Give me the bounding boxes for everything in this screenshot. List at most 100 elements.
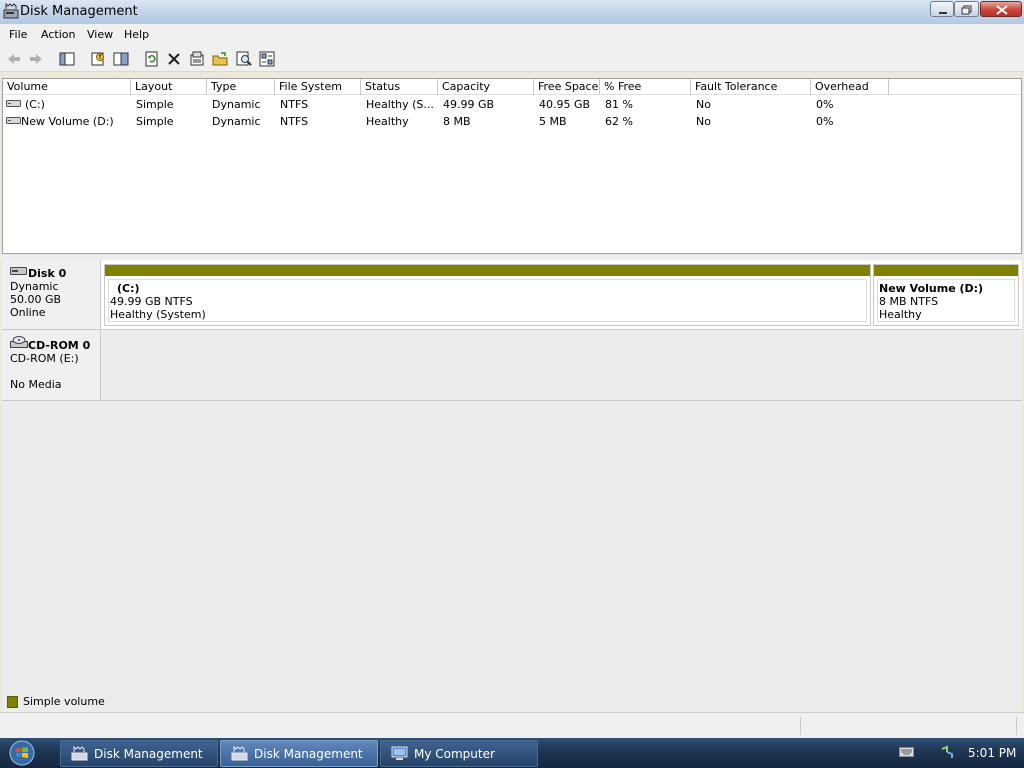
menu-action[interactable]: Action [41, 28, 75, 41]
taskbar-button-disk-management-active[interactable]: Disk Management [220, 740, 378, 767]
cell-type: Dynamic [212, 115, 261, 128]
volume-block-inner [108, 279, 867, 322]
cell-file-system: NTFS [280, 115, 309, 128]
minimize-button[interactable] [930, 1, 954, 17]
cell-percent-free: 81 % [605, 98, 633, 111]
column-header-file-system[interactable]: File System [275, 79, 361, 95]
legend: Simple volume [2, 690, 1022, 712]
disk-status: Online [10, 306, 46, 319]
simple-volume-bar [105, 265, 870, 276]
status-separator [1016, 717, 1017, 735]
cell-status: Healthy [366, 115, 409, 128]
cell-volume: New Volume (D:) [21, 115, 114, 128]
disk-management-icon [231, 746, 248, 761]
cdrom-0-label[interactable]: CD-ROM 0 CD-ROM (E:) No Media [2, 331, 101, 400]
volume-status: Healthy [879, 308, 922, 321]
disk-size: 50.00 GB [10, 293, 62, 306]
volume-block-d[interactable]: New Volume (D:) 8 MB NTFS Healthy [873, 264, 1019, 326]
cell-fault-tolerance: No [696, 98, 711, 111]
disk-management-icon [71, 746, 88, 761]
disk-status: No Media [10, 378, 62, 391]
menu-view[interactable]: View [87, 28, 113, 41]
cell-overhead: 0% [816, 98, 834, 111]
column-header-layout[interactable]: Layout [131, 79, 207, 95]
volume-block-c[interactable]: (C:) 49.99 GB NTFS Healthy (System) [104, 264, 871, 326]
status-separator [800, 717, 801, 735]
cell-free-space: 5 MB [539, 115, 567, 128]
taskbar-button-my-computer[interactable]: My Computer [380, 740, 538, 767]
disk-type: Dynamic [10, 280, 59, 293]
refresh-icon[interactable] [144, 51, 160, 67]
help-icon[interactable] [113, 51, 129, 67]
volume-list-header: Volume Layout Type File System Status Ca… [3, 79, 1021, 95]
cell-fault-tolerance: No [696, 115, 711, 128]
delete-icon[interactable] [166, 51, 182, 67]
clock[interactable]: 5:01 PM [968, 746, 1016, 760]
window-title: Disk Management [20, 4, 138, 19]
drive-icon [6, 117, 21, 124]
taskbar-button-label: My Computer [414, 747, 495, 761]
restore-button[interactable] [954, 1, 979, 17]
column-header-free-space[interactable]: Free Space [534, 79, 600, 95]
simple-volume-swatch [7, 696, 18, 708]
back-icon[interactable] [6, 51, 22, 67]
disk-map-pane[interactable]: Disk 0 Dynamic 50.00 GB Online (C:) 49.9… [2, 260, 1022, 712]
menu-help[interactable]: Help [124, 28, 149, 41]
properties-sheet-icon[interactable] [189, 51, 205, 67]
volume-name: New Volume (D:) [879, 282, 984, 295]
column-header-overhead[interactable]: Overhead [811, 79, 889, 95]
close-button[interactable] [980, 1, 1022, 17]
disk-name: Disk 0 [28, 267, 67, 280]
drive-icon [6, 100, 21, 107]
volume-size: 49.99 GB NTFS [110, 295, 193, 308]
show-hide-console-tree-icon[interactable] [59, 51, 75, 67]
disk-type: CD-ROM (E:) [10, 352, 79, 365]
start-button[interactable] [8, 740, 36, 766]
table-row[interactable]: New Volume (D:) Simple Dynamic NTFS Heal… [3, 113, 1021, 130]
menu-file[interactable]: File [9, 28, 27, 41]
volume-name: (C:) [117, 282, 140, 295]
taskbar-button-disk-management[interactable]: Disk Management [60, 740, 218, 767]
taskbar-button-label: Disk Management [254, 747, 363, 761]
properties-icon[interactable] [90, 51, 106, 67]
open-icon[interactable] [212, 51, 228, 67]
cell-volume: (C:) [25, 98, 45, 111]
legend-label: Simple volume [23, 695, 105, 708]
cell-layout: Simple [136, 115, 174, 128]
disk-name: CD-ROM 0 [28, 339, 91, 352]
cell-capacity: 49.99 GB [443, 98, 495, 111]
forward-icon[interactable] [28, 51, 44, 67]
cd-rom-icon [10, 336, 28, 348]
disk-0-label[interactable]: Disk 0 Dynamic 50.00 GB Online [2, 260, 101, 329]
cell-layout: Simple [136, 98, 174, 111]
settings-icon[interactable] [259, 51, 275, 67]
column-header-status[interactable]: Status [361, 79, 438, 95]
column-header-type[interactable]: Type [207, 79, 275, 95]
taskbar: Disk Management Disk Management My Compu… [0, 738, 1024, 768]
my-computer-icon [391, 746, 408, 760]
cell-file-system: NTFS [280, 98, 309, 111]
column-header-percent-free[interactable]: % Free [600, 79, 691, 95]
find-icon[interactable] [236, 51, 252, 67]
column-header-volume[interactable]: Volume [3, 79, 131, 95]
column-header-capacity[interactable]: Capacity [438, 79, 534, 95]
table-row[interactable]: (C:) Simple Dynamic NTFS Healthy (S... 4… [3, 96, 1021, 113]
cell-status: Healthy (S... [366, 98, 434, 111]
menu-bar: File Action View Help [0, 24, 1024, 46]
taskbar-button-label: Disk Management [94, 747, 203, 761]
cell-capacity: 8 MB [443, 115, 471, 128]
status-bar [0, 712, 1024, 738]
disk-row-cdrom-0[interactable]: CD-ROM 0 CD-ROM (E:) No Media [2, 331, 1022, 401]
disk-row-disk-0[interactable]: Disk 0 Dynamic 50.00 GB Online (C:) 49.9… [2, 260, 1022, 330]
volume-list[interactable]: Volume Layout Type File System Status Ca… [2, 78, 1022, 254]
column-header-fault-tolerance[interactable]: Fault Tolerance [691, 79, 811, 95]
network-icon[interactable] [940, 745, 955, 760]
simple-volume-bar [874, 265, 1018, 276]
title-bar[interactable]: Disk Management [0, 0, 1024, 24]
keyboard-icon[interactable] [899, 747, 914, 757]
disk-management-icon [3, 3, 19, 19]
cell-free-space: 40.95 GB [539, 98, 591, 111]
toolbar [0, 46, 1024, 72]
cell-type: Dynamic [212, 98, 261, 111]
cell-percent-free: 62 % [605, 115, 633, 128]
